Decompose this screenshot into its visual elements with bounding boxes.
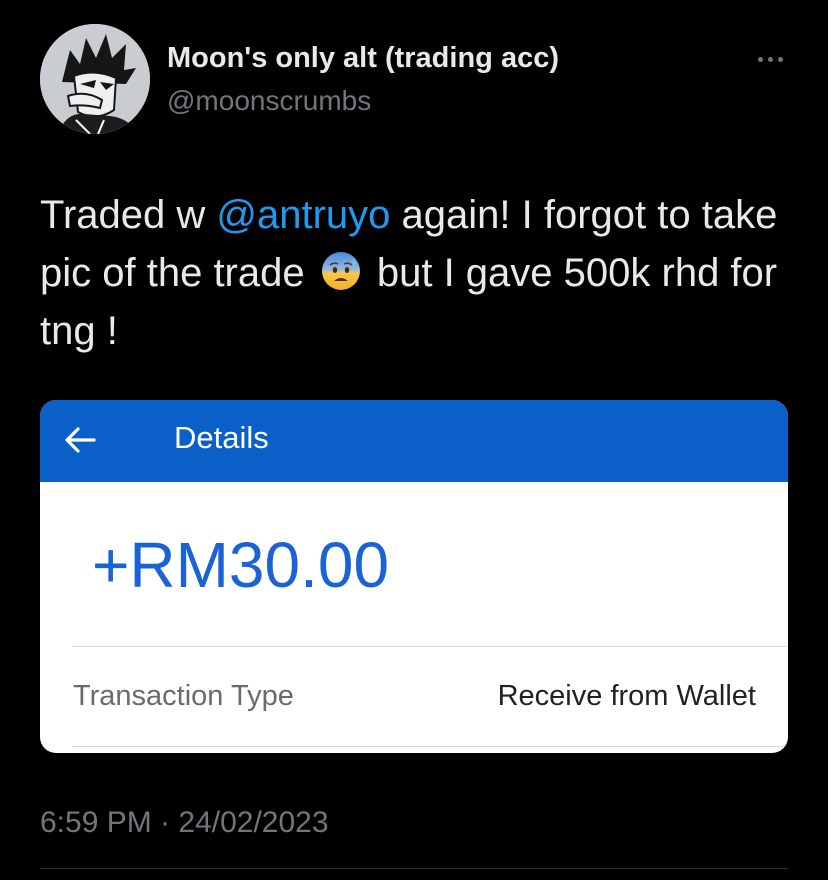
author-avatar[interactable]	[40, 24, 150, 134]
tweet-text-part: Traded w	[40, 193, 217, 237]
anime-avatar-icon	[40, 24, 150, 134]
divider	[72, 746, 788, 747]
divider	[72, 646, 788, 647]
more-dot	[777, 56, 783, 62]
transaction-amount: +RM30.00	[92, 529, 390, 601]
more-dot	[767, 56, 773, 62]
more-options-icon[interactable]	[750, 44, 790, 74]
details-header: Details	[40, 400, 788, 482]
tweet-timestamp[interactable]: 6:59 PM · 24/02/2023	[40, 806, 329, 840]
details-title: Details	[174, 420, 269, 455]
author-handle[interactable]: @moonscrumbs	[167, 85, 371, 117]
author-display-name[interactable]: Moon's only alt (trading acc)	[167, 42, 559, 75]
mention-link[interactable]: @antruyo	[216, 193, 390, 237]
back-arrow-icon[interactable]	[60, 422, 100, 458]
tweet-text: Traded w @antruyo again! I forgot to tak…	[40, 186, 800, 360]
anxious-face-emoji-icon	[321, 252, 360, 290]
transaction-type-label: Transaction Type	[73, 680, 294, 712]
attached-image[interactable]: Details +RM30.00 Transaction Type Receiv…	[40, 400, 788, 753]
divider	[40, 868, 788, 869]
more-dot	[757, 56, 763, 62]
transaction-type-value: Receive from Wallet	[497, 680, 756, 712]
